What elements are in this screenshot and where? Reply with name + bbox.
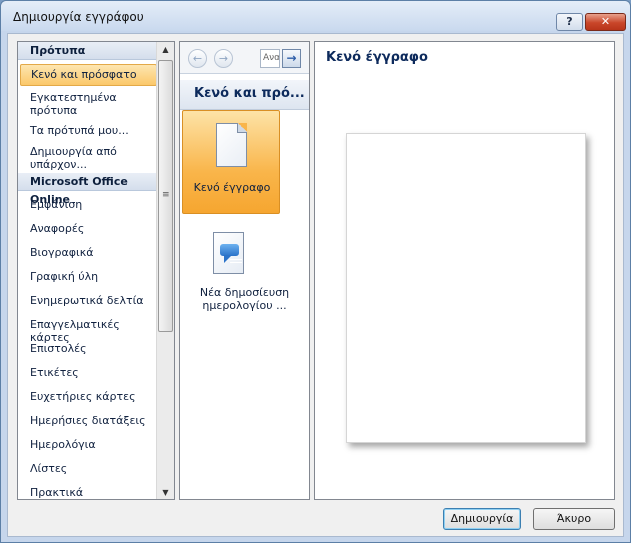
close-button[interactable]: ✕	[585, 13, 626, 31]
blog-post-icon[interactable]	[213, 232, 244, 274]
category-online-item[interactable]: Επιστολές	[30, 342, 155, 355]
category-online-item[interactable]: Πρακτικά	[30, 486, 155, 499]
category-online-item[interactable]: Γραφική ύλη	[30, 270, 155, 283]
category-online-item[interactable]: Ετικέτες	[30, 366, 155, 379]
blank-document-icon	[216, 123, 247, 167]
back-arrow-icon[interactable]: ←	[188, 49, 207, 68]
category-online-item[interactable]: Ημερήσιες διατάξεις	[30, 414, 155, 427]
scroll-thumb[interactable]: ≡	[158, 60, 173, 332]
template-categories-pane: Πρότυπα Κενό και πρόσφατο Εγκατεστημένα …	[17, 41, 175, 500]
document-preview	[346, 133, 586, 443]
category-blank-and-recent[interactable]: Κενό και πρόσφατο	[20, 64, 157, 86]
category-online-item[interactable]: Επαγγελματικές κάρτες	[30, 318, 155, 344]
category-online-item[interactable]: Ημερολόγια	[30, 438, 155, 451]
window-title: Δημιουργία εγγράφου	[13, 10, 144, 24]
title-bar: Δημιουργία εγγράφου ? ✕	[1, 1, 630, 31]
category-online-item[interactable]: Ενημερωτικά δελτία	[30, 294, 155, 307]
category-new-from-existing[interactable]: Δημιουργία από υπάρχον...	[30, 145, 155, 171]
section-header-templates: Πρότυπα	[18, 42, 157, 60]
category-online-item[interactable]: Ευχετήριες κάρτες	[30, 390, 155, 403]
category-my-templates[interactable]: Τα πρότυπά μου...	[30, 124, 155, 137]
create-button[interactable]: Δημιουργία	[443, 508, 521, 530]
category-online-item[interactable]: Εμφάνιση	[30, 198, 155, 211]
category-online-item[interactable]: Βιογραφικά	[30, 246, 155, 259]
cancel-button[interactable]: Άκυρο	[533, 508, 615, 530]
category-installed-templates[interactable]: Εγκατεστημένα πρότυπα	[30, 91, 155, 117]
new-document-dialog: Δημιουργία εγγράφου ? ✕ Πρότυπα Κενό και…	[0, 0, 631, 543]
navigation-bar: ← → Αναζ →	[180, 42, 309, 74]
category-online-item[interactable]: Αναφορές	[30, 222, 155, 235]
template-search-input[interactable]: Αναζ	[260, 49, 280, 68]
templates-pane: ← → Αναζ → Κενό και πρό... Κενό έγγραφο …	[179, 41, 310, 500]
templates-pane-header: Κενό και πρό...	[180, 80, 309, 110]
scroll-down-icon[interactable]: ▼	[157, 485, 174, 499]
grip-icon: ≡	[162, 190, 170, 200]
dialog-body: Πρότυπα Κενό και πρόσφατο Εγκατεστημένα …	[7, 33, 624, 537]
template-blank-document[interactable]: Κενό έγγραφο	[182, 110, 280, 214]
category-list: Πρότυπα Κενό και πρόσφατο Εγκατεστημένα …	[18, 42, 157, 499]
forward-arrow-icon[interactable]: →	[214, 49, 233, 68]
speech-bubble-icon	[220, 244, 242, 263]
help-button[interactable]: ?	[556, 13, 583, 31]
preview-pane: Κενό έγγραφο	[314, 41, 615, 500]
search-go-icon[interactable]: →	[282, 49, 301, 68]
template-label: Κενό έγγραφο	[193, 181, 271, 194]
scroll-up-icon[interactable]: ▲	[157, 42, 174, 58]
section-header-office-online: Microsoft Office Online	[18, 173, 157, 206]
category-online-item[interactable]: Λίστες	[30, 462, 155, 475]
category-scrollbar[interactable]: ▲ ≡ ▼	[156, 42, 174, 499]
template-label-blog-post[interactable]: Νέα δημοσίευση ημερολογίου ...	[180, 286, 309, 312]
preview-title: Κενό έγγραφο	[326, 50, 428, 65]
